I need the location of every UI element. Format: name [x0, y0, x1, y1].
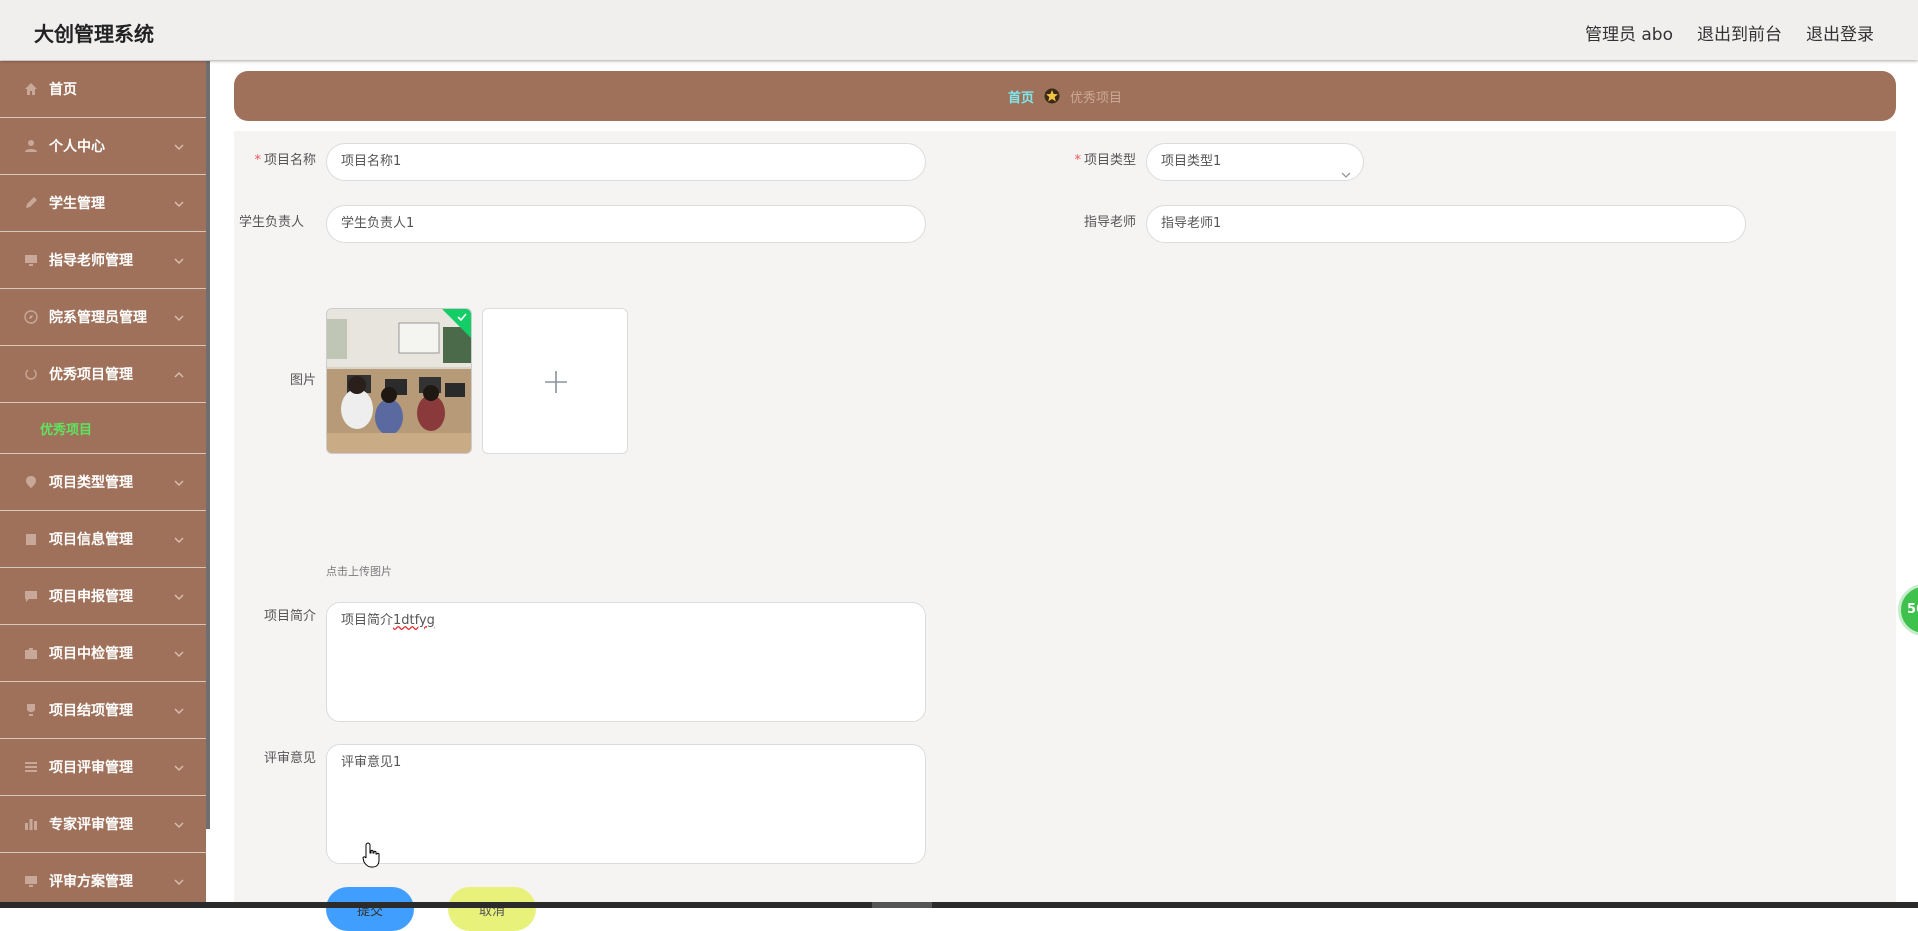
chevron-down-icon — [1341, 158, 1351, 178]
project-name-label: * 项目名称 — [254, 153, 316, 168]
sidebar-item-project-apply[interactable]: 项目申报管理 — [0, 568, 206, 625]
sidebar-item-label: 项目结项管理 — [49, 703, 133, 719]
sidebar-item-label: 项目申报管理 — [49, 589, 133, 605]
sidebar-item-excellent-projects[interactable]: 优秀项目管理 — [0, 346, 206, 403]
project-name-input[interactable]: 项目名称1 — [326, 143, 926, 181]
sidebar-item-label: 评审方案管理 — [49, 874, 133, 890]
sidebar-item-students[interactable]: 学生管理 — [0, 175, 206, 232]
chevron-down-icon — [174, 590, 184, 600]
image-upload-button[interactable] — [482, 308, 628, 454]
chevron-down-icon — [174, 818, 184, 828]
sidebar-item-label: 项目中检管理 — [49, 646, 133, 662]
breadcrumb-current: 优秀项目 — [1070, 90, 1123, 106]
required-mark: * — [254, 153, 261, 168]
student-leader-input[interactable]: 学生负责人1 — [326, 205, 926, 243]
sidebar-item-project-review[interactable]: 项目评审管理 — [0, 739, 206, 796]
sidebar-item-expert-review[interactable]: 专家评审管理 — [0, 796, 206, 853]
sidebar-item-label: 个人中心 — [49, 139, 105, 155]
chevron-down-icon — [174, 875, 184, 885]
review-opinion-textarea[interactable]: 评审意见1 — [326, 744, 926, 864]
sidebar-item-label: 项目类型管理 — [49, 475, 133, 491]
form-panel: * 项目名称 项目名称1 * 项目类型 项目类型1 学生负责人 学生负责人1 指导老… — [234, 131, 1896, 931]
advisor-input[interactable]: 指导老师1 — [1146, 205, 1746, 243]
project-intro-textarea[interactable]: 项目简介1dtfyg — [326, 602, 926, 722]
trophy-icon — [23, 703, 39, 717]
sidebar-item-label: 指导老师管理 — [49, 253, 133, 269]
chevron-down-icon — [174, 704, 184, 714]
chat-icon — [23, 589, 39, 603]
sidebar-item-dept-admins[interactable]: 院系管理员管理 — [0, 289, 206, 346]
chevron-down-icon — [174, 140, 184, 150]
project-type-label: * 项目类型 — [1074, 153, 1136, 168]
briefcase-icon — [23, 646, 39, 660]
compass-icon — [23, 310, 39, 324]
sidebar-item-label: 学生管理 — [49, 196, 105, 212]
logout-link[interactable]: 退出登录 — [1806, 20, 1874, 45]
sidebar-item-label: 项目信息管理 — [49, 532, 133, 548]
home-icon — [23, 82, 39, 96]
clipboard-icon — [23, 532, 39, 546]
hand-cursor-icon — [362, 842, 380, 868]
sidebar: 首页 个人中心 学生管理 指导老师管理 院系管理员管理 优秀项目管理 优秀项目 … — [0, 61, 206, 908]
power-icon — [23, 367, 39, 381]
project-type-select[interactable]: 项目类型1 — [1146, 143, 1364, 181]
star-icon — [1044, 88, 1060, 104]
sidebar-item-project-types[interactable]: 项目类型管理 — [0, 454, 206, 511]
goto-front-link[interactable]: 退出到前台 — [1697, 20, 1782, 45]
breadcrumb: 首页 优秀项目 — [234, 71, 1896, 121]
uploaded-image-thumbnail[interactable] — [326, 308, 472, 454]
chevron-down-icon — [174, 647, 184, 657]
sidebar-item-home[interactable]: 首页 — [0, 61, 206, 118]
sidebar-item-personal-center[interactable]: 个人中心 — [0, 118, 206, 175]
list-icon — [23, 760, 39, 774]
location-icon — [23, 475, 39, 489]
sidebar-item-project-closure[interactable]: 项目结项管理 — [0, 682, 206, 739]
student-leader-label: 学生负责人 — [238, 215, 304, 230]
sidebar-item-label: 专家评审管理 — [49, 817, 133, 833]
pen-icon — [23, 196, 39, 210]
app-title: 大创管理系统 — [34, 22, 154, 46]
scrollbar-thumb[interactable] — [872, 902, 932, 908]
sidebar-item-label: 首页 — [49, 82, 77, 98]
review-opinion-label: 评审意见 — [263, 751, 316, 766]
sidebar-item-midterm-check[interactable]: 项目中检管理 — [0, 625, 206, 682]
image-label: 图片 — [289, 373, 316, 388]
sidebar-item-review-plan[interactable]: 评审方案管理 — [0, 853, 206, 908]
breadcrumb-home[interactable]: 首页 — [1008, 87, 1034, 106]
required-mark: * — [1074, 153, 1081, 168]
chevron-down-icon — [174, 476, 184, 486]
user-icon — [23, 139, 39, 153]
upload-hint: 点击上传图片 — [326, 565, 392, 578]
chart-icon — [23, 817, 39, 831]
project-type-value: 项目类型1 — [1161, 154, 1222, 169]
sidebar-item-label: 院系管理员管理 — [49, 310, 147, 326]
advisor-label: 指导老师 — [1083, 215, 1136, 230]
cancel-button[interactable]: 取消 — [448, 887, 536, 931]
user-label: 管理员 abo — [1584, 25, 1673, 45]
main-content: 首页 优秀项目 * 项目名称 项目名称1 * 项目类型 项目类型1 学生负责人 学生… — [210, 61, 1918, 931]
chevron-down-icon — [174, 761, 184, 771]
project-intro-label: 项目简介 — [263, 609, 316, 624]
submit-button[interactable]: 提交 — [326, 887, 414, 931]
sidebar-item-teachers[interactable]: 指导老师管理 — [0, 232, 206, 289]
bottom-scrollbar[interactable] — [0, 902, 1918, 908]
monitor-icon — [23, 253, 39, 267]
chevron-down-icon — [174, 533, 184, 543]
top-header: 大创管理系统 管理员 abo 退出到前台 退出登录 — [0, 0, 1918, 60]
plus-icon — [545, 371, 567, 393]
sidebar-item-label: 项目评审管理 — [49, 760, 133, 776]
classroom-photo — [327, 309, 471, 453]
chevron-down-icon — [174, 311, 184, 321]
sidebar-item-label: 优秀项目管理 — [49, 367, 133, 383]
monitor-icon — [23, 874, 39, 888]
sidebar-subitem-excellent-project[interactable]: 优秀项目 — [0, 403, 206, 454]
header-links: 管理员 abo 退出到前台 退出登录 — [1585, 20, 1874, 45]
check-icon — [457, 313, 467, 322]
chevron-down-icon — [174, 254, 184, 264]
sidebar-item-project-info[interactable]: 项目信息管理 — [0, 511, 206, 568]
chevron-down-icon — [174, 197, 184, 207]
chevron-up-icon — [174, 368, 184, 378]
